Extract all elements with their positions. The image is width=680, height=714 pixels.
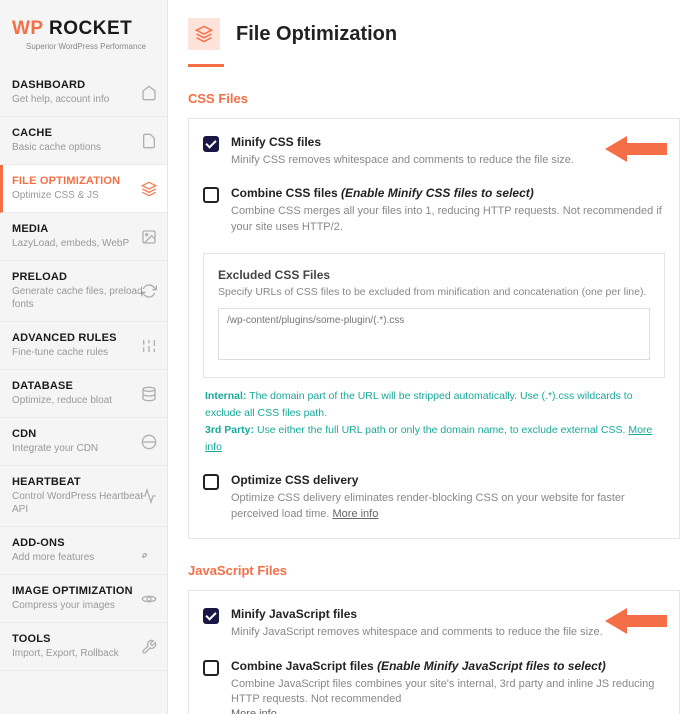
nav-item-title: ADD-ONS: [12, 537, 155, 549]
layers-icon: [141, 181, 157, 197]
page-title: File Optimization: [236, 23, 397, 46]
logo: WP ROCKET Superior WordPress Performance: [0, 0, 167, 61]
sidebar-item-image-optimization[interactable]: IMAGE OPTIMIZATION Compress your images: [0, 575, 167, 623]
nav-item-desc: Compress your images: [12, 599, 155, 612]
sidebar-item-add-ons[interactable]: ADD-ONS Add more features: [0, 527, 167, 575]
section-js-title: JavaScript Files: [188, 563, 680, 578]
option-combine-css: Combine CSS files (Enable Minify CSS fil…: [203, 186, 665, 235]
nav-item-desc: Generate cache files, preload fonts: [12, 285, 155, 311]
nav-item-title: IMAGE OPTIMIZATION: [12, 585, 155, 597]
checkbox-combine-css[interactable]: [203, 187, 219, 203]
nav-item-desc: Add more features: [12, 551, 155, 564]
arrow-icon: [605, 605, 667, 637]
nav-item-desc: Control WordPress Heartbeat API: [12, 490, 155, 516]
tools-icon: [141, 639, 157, 655]
heart-icon: [141, 488, 157, 504]
option-minify-js: Minify JavaScript files Minify JavaScrip…: [203, 607, 665, 640]
css-card: Minify CSS files Minify CSS removes whit…: [188, 118, 680, 539]
nav-item-title: TOOLS: [12, 633, 155, 645]
sidebar-item-cache[interactable]: CACHE Basic cache options: [0, 117, 167, 165]
nav-item-title: DATABASE: [12, 380, 155, 392]
excluded-css-box: Excluded CSS Files Specify URLs of CSS f…: [203, 253, 665, 378]
sidebar-nav: DASHBOARD Get help, account info CACHE Basi…: [0, 69, 167, 671]
nav-item-title: FILE OPTIMIZATION: [12, 175, 155, 187]
arrow-icon: [605, 133, 667, 165]
refresh-icon: [141, 283, 157, 299]
sidebar-item-media[interactable]: MEDIA LazyLoad, embeds, WebP: [0, 213, 167, 261]
nav-item-title: DASHBOARD: [12, 79, 155, 91]
nav-item-desc: Fine-tune cache rules: [12, 346, 155, 359]
nav-item-desc: Get help, account info: [12, 93, 155, 106]
minify-js-title: Minify JavaScript files: [231, 607, 665, 621]
logo-rocket: ROCKET: [49, 18, 132, 39]
nav-item-title: MEDIA: [12, 223, 155, 235]
nav-item-title: CDN: [12, 428, 155, 440]
sidebar-item-heartbeat[interactable]: HEARTBEAT Control WordPress Heartbeat API: [0, 466, 167, 527]
nav-item-desc: Optimize, reduce bloat: [12, 394, 155, 407]
excluded-css-input[interactable]: [218, 308, 650, 360]
checkbox-minify-css[interactable]: [203, 136, 219, 152]
sliders-icon: [141, 338, 157, 354]
checkbox-combine-js[interactable]: [203, 660, 219, 676]
minify-js-desc: Minify JavaScript removes whitespace and…: [231, 625, 665, 640]
nav-item-title: PRELOAD: [12, 271, 155, 283]
excluded-css-title: Excluded CSS Files: [218, 268, 650, 282]
home-icon: [141, 85, 157, 101]
nav-item-desc: Optimize CSS & JS: [12, 189, 155, 202]
option-combine-js: Combine JavaScript files (Enable Minify …: [203, 659, 665, 714]
js-card: Minify JavaScript files Minify JavaScrip…: [188, 590, 680, 714]
combine-js-desc: Combine JavaScript files combines your s…: [231, 677, 665, 714]
css-notes: Internal: The domain part of the URL wil…: [205, 388, 665, 455]
file-icon: [141, 133, 157, 149]
layers-icon: [188, 18, 220, 50]
sidebar-item-tools[interactable]: TOOLS Import, Export, Rollback: [0, 623, 167, 671]
combine-css-title: Combine CSS files (Enable Minify CSS fil…: [231, 186, 665, 200]
option-minify-css: Minify CSS files Minify CSS removes whit…: [203, 135, 665, 168]
sidebar-item-file-optimization[interactable]: FILE OPTIMIZATION Optimize CSS & JS: [0, 165, 167, 213]
sidebar-item-dashboard[interactable]: DASHBOARD Get help, account info: [0, 69, 167, 117]
sidebar-item-database[interactable]: DATABASE Optimize, reduce bloat: [0, 370, 167, 418]
sidebar: WP ROCKET Superior WordPress Performance…: [0, 0, 168, 714]
option-optimize-css: Optimize CSS delivery Optimize CSS deliv…: [203, 473, 665, 522]
header-underline: [188, 64, 224, 67]
minify-css-desc: Minify CSS removes whitespace and commen…: [231, 153, 665, 168]
more-info-link[interactable]: More info: [231, 708, 277, 714]
sidebar-item-advanced-rules[interactable]: ADVANCED RULES Fine-tune cache rules: [0, 322, 167, 370]
minify-css-title: Minify CSS files: [231, 135, 665, 149]
more-info-link[interactable]: More info: [333, 508, 379, 520]
nav-item-desc: Import, Export, Rollback: [12, 647, 155, 660]
logo-wp: WP: [12, 18, 43, 39]
nav-item-desc: LazyLoad, embeds, WebP: [12, 237, 155, 250]
main-content: File Optimization CSS Files Minify CSS f…: [168, 0, 680, 714]
page-header: File Optimization: [188, 18, 680, 50]
logo-subtitle: Superior WordPress Performance: [12, 42, 155, 51]
nav-item-title: CACHE: [12, 127, 155, 139]
database-icon: [141, 386, 157, 402]
globe-icon: [141, 434, 157, 450]
optimize-css-title: Optimize CSS delivery: [231, 473, 665, 487]
sidebar-item-preload[interactable]: PRELOAD Generate cache files, preload fon…: [0, 261, 167, 322]
galaxy-icon: [141, 591, 157, 607]
sidebar-item-cdn[interactable]: CDN Integrate your CDN: [0, 418, 167, 466]
excluded-css-desc: Specify URLs of CSS files to be excluded…: [218, 286, 650, 298]
optimize-css-desc: Optimize CSS delivery eliminates render-…: [231, 491, 665, 522]
rocket-icon: [141, 543, 157, 559]
checkbox-minify-js[interactable]: [203, 608, 219, 624]
combine-js-title: Combine JavaScript files (Enable Minify …: [231, 659, 665, 673]
section-css-title: CSS Files: [188, 91, 680, 106]
nav-item-desc: Basic cache options: [12, 141, 155, 154]
nav-item-desc: Integrate your CDN: [12, 442, 155, 455]
nav-item-title: HEARTBEAT: [12, 476, 155, 488]
combine-css-desc: Combine CSS merges all your files into 1…: [231, 204, 665, 235]
checkbox-optimize-css[interactable]: [203, 474, 219, 490]
image-icon: [141, 229, 157, 245]
nav-item-title: ADVANCED RULES: [12, 332, 155, 344]
